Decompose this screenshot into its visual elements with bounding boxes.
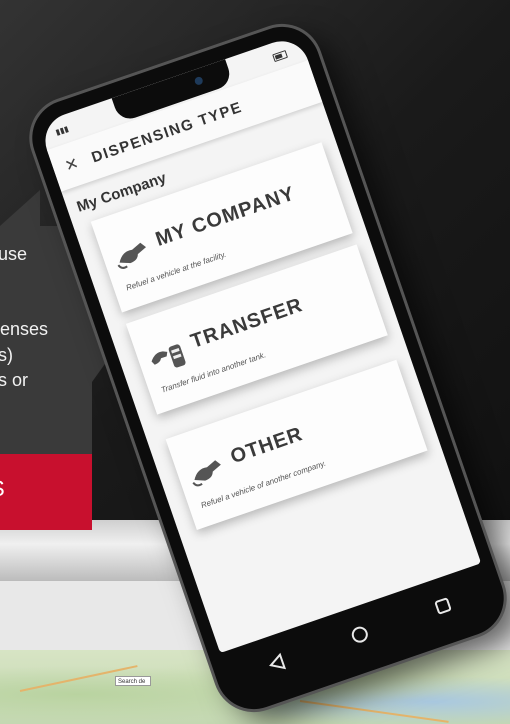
tooltip-line: enses [0,319,49,339]
back-triangle-icon[interactable] [264,651,289,676]
fuel-nozzle-icon [117,242,147,269]
close-icon[interactable]: ✕ [62,153,81,176]
map-search-label: Search de [115,676,151,686]
option-title: MY COMPANY [152,182,298,251]
option-title: OTHER [227,423,306,469]
tooltip-action-button[interactable]: S [0,454,92,530]
signal-icon: ▮▮▮ [54,124,70,138]
tooltip-line: s or [0,370,29,390]
option-title: TRANSFER [187,294,306,353]
fuel-nozzle-icon [192,460,221,487]
fuel-transfer-icon [151,344,186,368]
recents-square-icon[interactable] [430,593,455,618]
battery-icon [272,50,289,63]
tooltip-pointer [0,190,40,226]
tooltip-action-label: S [0,476,5,502]
home-circle-icon[interactable] [347,622,372,647]
stage: Search de use enses s) s or S ▮▮▮ ✕ DISP… [0,0,510,724]
tooltip-line: s) [0,345,13,365]
